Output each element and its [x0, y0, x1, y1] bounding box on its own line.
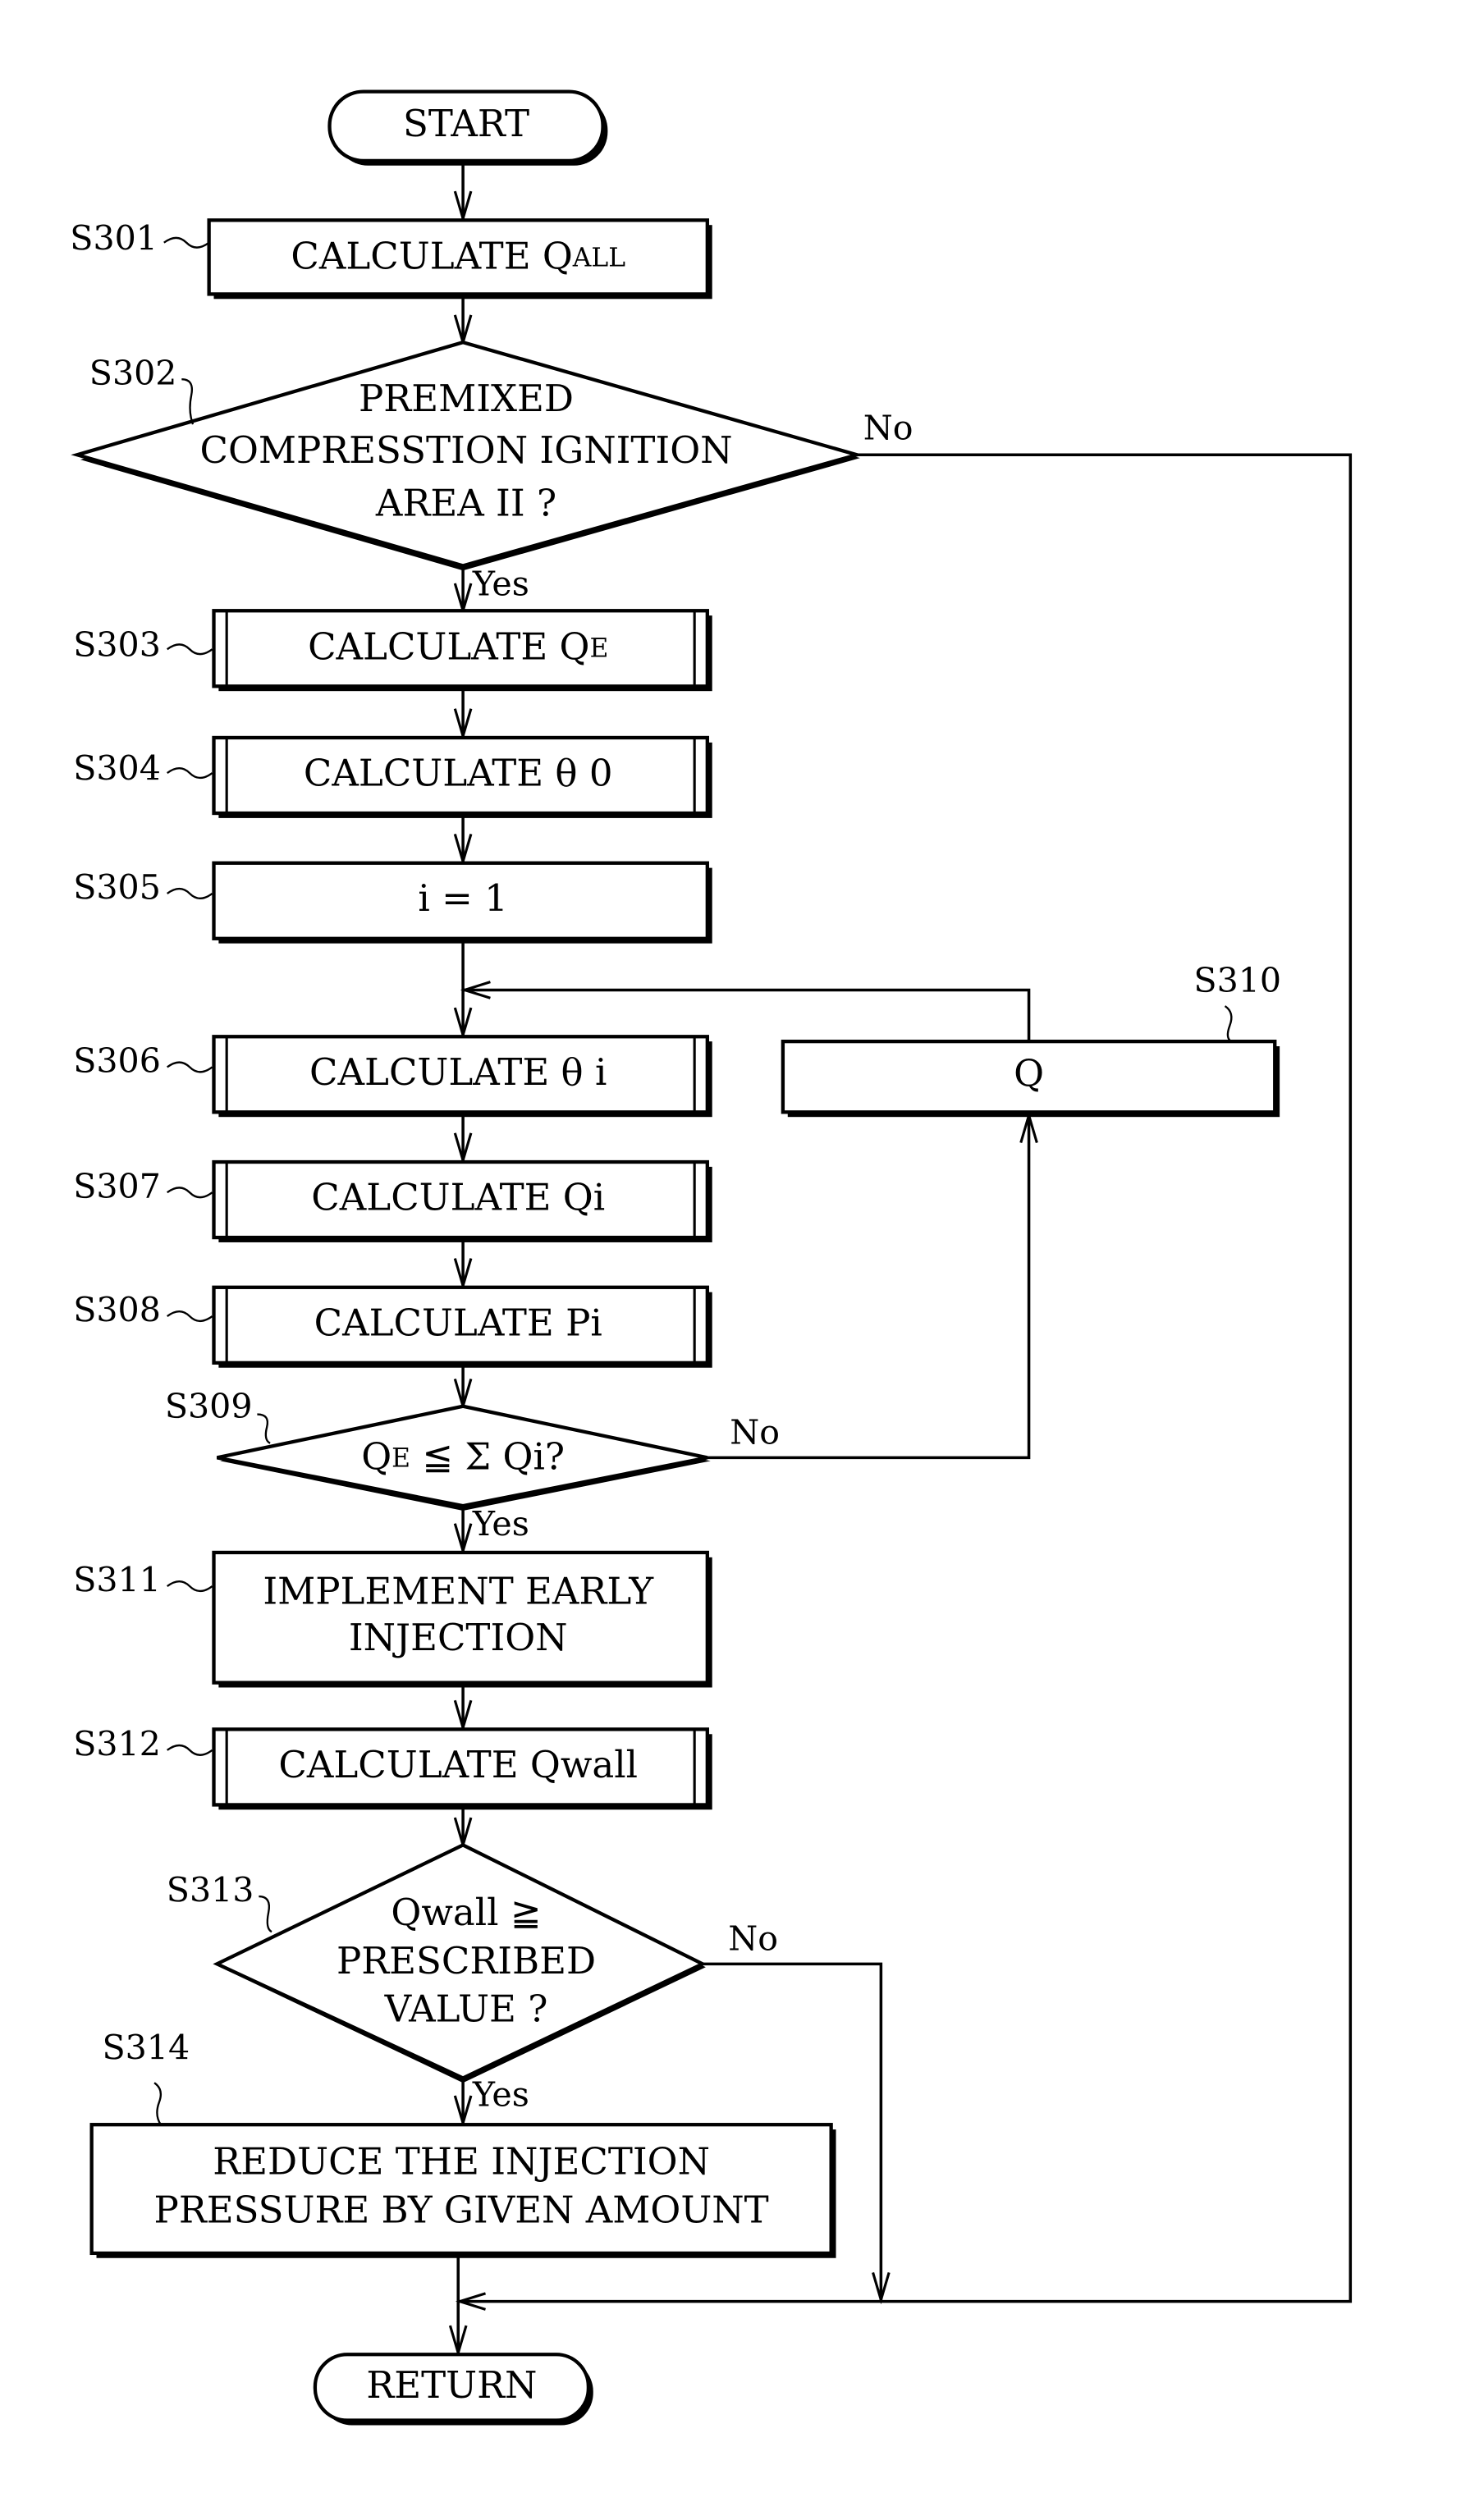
edge-s309-s310: [707, 1114, 1031, 1460]
step-id-s305: S305: [73, 868, 161, 908]
step-s304-label: CALCULATE θ 0: [304, 751, 613, 794]
step-id-s312: S312: [73, 1724, 161, 1763]
branch-no-s309: No: [730, 1412, 780, 1452]
decision-s302-line3: AREA II ?: [375, 481, 556, 524]
step-s303-label: CALCULATE QE: [308, 624, 608, 668]
branch-yes-s309: Yes: [472, 1504, 529, 1544]
leader-s308: [166, 1310, 213, 1323]
decision-s313-line3: VALUE ?: [384, 1987, 548, 2031]
step-id-s314: S314: [102, 2028, 190, 2068]
edge-s310-s306: [463, 988, 1031, 1042]
leader-s304: [166, 767, 213, 780]
step-s308-label: CALCULATE Pi: [314, 1301, 602, 1344]
step-id-s301: S301: [70, 218, 158, 258]
decision-s309: QE ≦ Σ Qi? S309 No Yes: [165, 1387, 780, 1544]
step-s314-line2: PRESSURE BY GIVEN AMOUNT: [154, 2188, 769, 2231]
step-id-s302: S302: [89, 354, 177, 393]
decision-s313-line2: PRESCRIBED: [337, 1939, 596, 1983]
leader-s307: [166, 1187, 213, 1199]
step-s311-line2: INJECTION: [349, 1616, 568, 1659]
branch-yes-s313: Yes: [472, 2074, 529, 2114]
step-s301: CALCULATE QALL S301: [70, 218, 712, 300]
decision-s302-line2: COMPRESSTION IGNITION: [199, 428, 732, 472]
leader-s309: [257, 1413, 271, 1444]
step-s306-label: CALCULATE θ i: [309, 1050, 607, 1094]
start-label: START: [403, 102, 529, 145]
step-s310: Q S310: [781, 961, 1281, 1118]
step-id-s308: S308: [73, 1291, 161, 1330]
step-s308: CALCULATE Pi S308: [73, 1285, 712, 1368]
step-s305: i = 1 S305: [73, 861, 712, 944]
step-id-s309: S309: [165, 1387, 253, 1426]
branch-no-s302: No: [863, 408, 914, 447]
decision-s313-line1: Qwall ≧: [391, 1891, 541, 1934]
leader-s303: [166, 643, 213, 656]
leader-s311: [166, 1580, 213, 1593]
leader-s305: [166, 887, 213, 899]
leader-s312: [166, 1744, 213, 1756]
step-s304: CALCULATE θ 0 S304: [73, 735, 712, 818]
branch-no-s313: No: [728, 1919, 778, 1958]
step-s312: CALCULATE Qwall S312: [73, 1724, 712, 1810]
step-s310-label: Q: [1014, 1052, 1044, 1095]
step-s307: CALCULATE Qi S307: [73, 1159, 712, 1242]
decision-s302: PREMIXED COMPRESSTION IGNITION AREA II ?…: [71, 340, 914, 603]
step-id-s304: S304: [73, 749, 161, 789]
leader-s301: [163, 236, 210, 249]
branch-yes-s302: Yes: [472, 564, 529, 603]
edge-s302-no: [458, 453, 1353, 2303]
leader-s313: [259, 1895, 272, 1933]
step-s307-label: CALCULATE Qi: [311, 1176, 605, 1219]
step-s306: CALCULATE θ i S306: [73, 1035, 712, 1118]
step-id-s311: S311: [73, 1561, 161, 1600]
step-s314-line1: REDUCE THE INJECTION: [213, 2140, 710, 2184]
step-id-s307: S307: [73, 1167, 161, 1206]
step-id-s303: S303: [73, 625, 161, 665]
step-s305-label: i = 1: [418, 876, 507, 920]
leader-s306: [166, 1061, 213, 1073]
leader-s314: [153, 2082, 163, 2125]
leader-s310: [1224, 1005, 1233, 1043]
decision-s302-line1: PREMIXED: [359, 377, 574, 420]
step-s312-label: CALCULATE Qwall: [278, 1743, 638, 1786]
step-id-s306: S306: [73, 1041, 161, 1081]
step-s303: CALCULATE QE S303: [73, 609, 712, 692]
flowchart: START CALCULATE QALL S301 PREMIXED COMPR…: [70, 89, 1353, 2426]
step-id-s313: S313: [167, 1871, 254, 1910]
start-terminal: START: [327, 89, 608, 166]
leader-s302: [181, 378, 195, 425]
step-s311: IMPLEMENT EARLY INJECTION S311: [73, 1550, 712, 1688]
return-terminal: RETURN: [313, 2353, 593, 2426]
step-id-s310: S310: [1193, 961, 1281, 1000]
decision-s313: Qwall ≧ PRESCRIBED VALUE ? S313 No Yes: [167, 1843, 778, 2114]
return-label: RETURN: [366, 2363, 537, 2407]
step-s311-line1: IMPLEMENT EARLY: [263, 1569, 654, 1612]
